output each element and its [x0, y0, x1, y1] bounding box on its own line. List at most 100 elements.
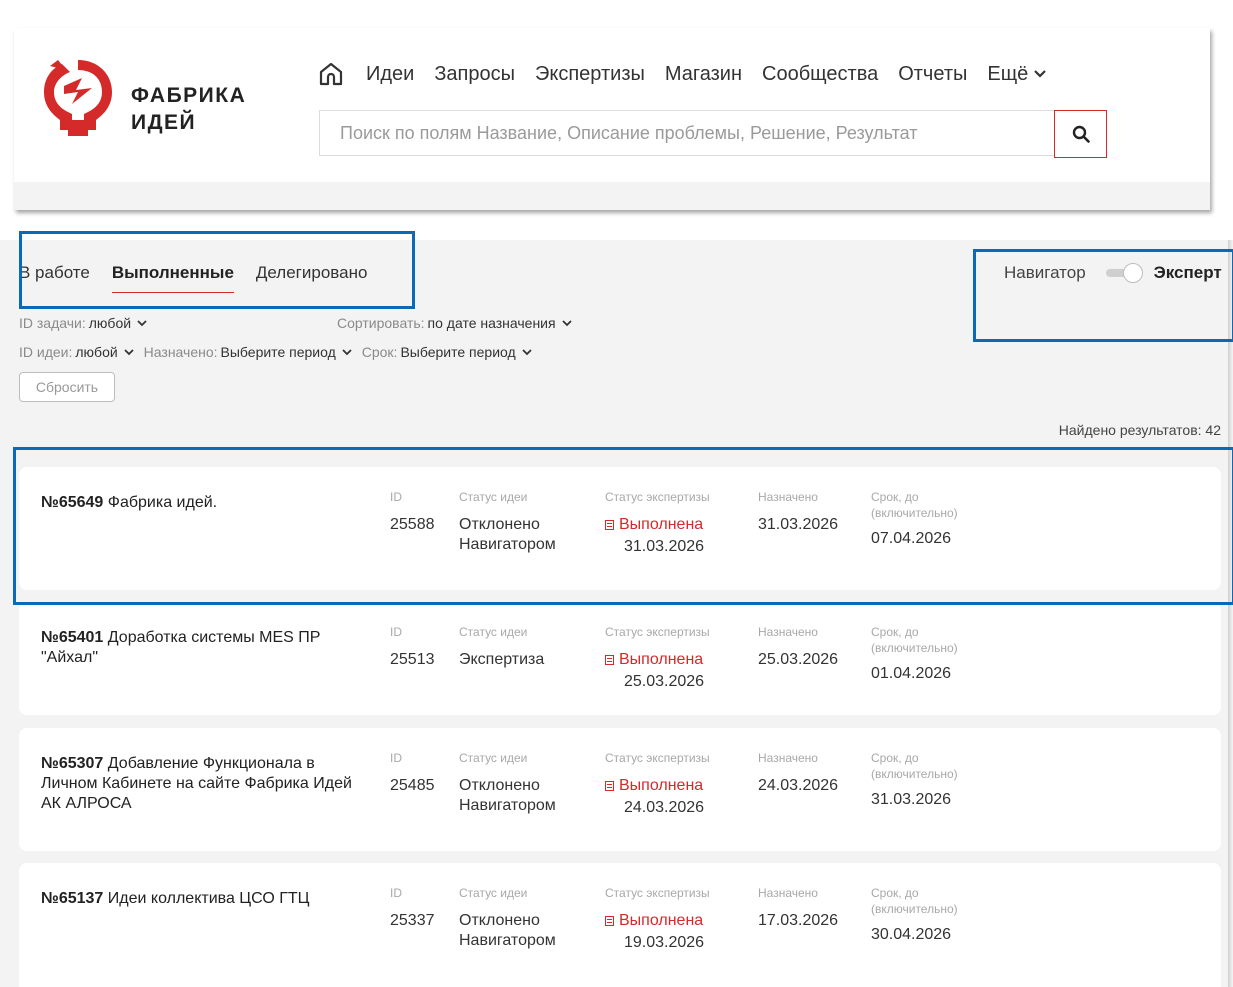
task-number: №65137 [41, 890, 104, 907]
column-label-assigned: Назначено [758, 751, 818, 765]
task-card[interactable]: №65649 Фабрика идей. ID 25588 Статус иде… [19, 467, 1221, 590]
task-number: №65307 [41, 755, 104, 772]
idea-status-line-1: Экспертиза [459, 651, 545, 668]
nav-item-expertises[interactable]: Экспертизы [535, 63, 645, 86]
column-label-deadline: Срок, до (включительно) [871, 490, 958, 520]
expertise-date: 24.03.2026 [624, 799, 705, 816]
expertise-status-column: Статус экспертизы Выполнена 24.03.2026 [605, 750, 710, 818]
idea-status-line-2: Навигатором [459, 797, 556, 814]
fabrika-idey-logo-icon[interactable] [42, 56, 114, 138]
main-nav: Идеи Запросы Экспертизы Магазин Сообщест… [318, 61, 1047, 87]
search-input[interactable] [320, 111, 1055, 155]
assigned-column: Назначено 24.03.2026 [758, 750, 838, 796]
task-card[interactable]: №65401 Доработка системы MES ПР "Айхал" … [19, 602, 1221, 715]
toggle-knob [1122, 263, 1143, 283]
nav-item-communities[interactable]: Сообщества [762, 63, 878, 86]
results-count: Найдено результатов: 42 [1058, 422, 1221, 438]
chevron-down-icon [561, 319, 572, 326]
task-card[interactable]: №65137 Идеи коллектива ЦСО ГТЦ ID 25337 … [19, 863, 1221, 987]
expertise-status-value: Выполнена [605, 650, 710, 670]
nav-item-ideas[interactable]: Идеи [366, 63, 414, 86]
filter-deadline[interactable]: Срок: Выберите период [362, 344, 532, 360]
tab-delegated[interactable]: Делегировано [256, 263, 368, 283]
nav-item-shop[interactable]: Магазин [665, 63, 742, 86]
search-icon [1072, 125, 1090, 143]
idea-status-value: Отклонено Навигатором [459, 515, 556, 555]
task-id-column: ID 25337 [390, 885, 435, 931]
task-number: №65401 [41, 629, 104, 646]
toggle-label-expert[interactable]: Эксперт [1154, 263, 1222, 283]
column-label-idea-status: Статус идеи [459, 751, 528, 765]
deadline-column: Срок, до (включительно) 30.04.2026 [871, 885, 981, 945]
task-tabs: В работе Выполненные Делегировано [19, 263, 389, 293]
reset-filters-button[interactable]: Сбросить [19, 372, 115, 402]
idea-status-column: Статус идеи Отклонено Навигатором [459, 489, 556, 555]
deadline-column: Срок, до (включительно) 31.03.2026 [871, 750, 981, 810]
assigned-date: 31.03.2026 [758, 516, 839, 533]
expertise-status-text: Выполнена [619, 651, 704, 668]
column-label-idea-status: Статус идеи [459, 625, 528, 639]
search-button[interactable] [1054, 110, 1107, 158]
column-label-deadline: Срок, до (включительно) [871, 751, 958, 781]
expertise-status-value: Выполнена [605, 515, 710, 535]
expertise-status-text: Выполнена [619, 912, 704, 929]
nav-item-reports[interactable]: Отчеты [898, 63, 967, 86]
toggle-label-navigator[interactable]: Навигатор [1004, 263, 1086, 283]
chevron-down-icon [522, 348, 532, 355]
filter-idea-id-value: любой [75, 344, 118, 360]
filter-row-2: ID идеи: любой Назначено: Выберите перио… [19, 344, 542, 360]
top-header: ФАБРИКА ИДЕЙ Идеи Запросы Экспертизы Маг… [14, 28, 1210, 210]
task-title[interactable]: №65137 Идеи коллектива ЦСО ГТЦ [41, 889, 371, 909]
panel-scroll-shadow [1228, 240, 1233, 987]
role-toggle-switch[interactable] [1105, 263, 1144, 283]
deadline-date: 31.03.2026 [871, 791, 952, 808]
idea-status-line-1: Отклонено [459, 777, 540, 794]
expertise-status-value: Выполнена [605, 911, 710, 931]
column-label-idea-status: Статус идеи [459, 886, 528, 900]
expertise-status-column: Статус экспертизы Выполнена 19.03.2026 [605, 885, 710, 953]
task-name: Идеи коллектива ЦСО ГТЦ [107, 890, 310, 907]
column-label-expertise-status: Статус экспертизы [605, 490, 710, 504]
filter-assigned[interactable]: Назначено: Выберите период [144, 344, 352, 360]
filter-task-id[interactable]: ID задачи: любой [19, 315, 147, 331]
task-id-value: 25588 [390, 516, 435, 533]
expertise-date: 31.03.2026 [624, 538, 705, 555]
task-title[interactable]: №65307 Добавление Функционала в Личном К… [41, 754, 371, 814]
filter-task-id-label: ID задачи: [19, 315, 86, 331]
chevron-down-icon [124, 348, 134, 355]
idea-status-column: Статус идеи Отклонено Навигатором [459, 750, 556, 816]
filter-sort-label: Сортировать: [337, 315, 425, 331]
task-title[interactable]: №65649 Фабрика идей. [41, 493, 371, 513]
expertise-status-value: Выполнена [605, 776, 710, 796]
tab-completed[interactable]: Выполненные [111, 263, 234, 293]
filter-idea-id-label: ID идеи: [19, 344, 73, 360]
task-title[interactable]: №65401 Доработка системы MES ПР "Айхал" [41, 628, 371, 668]
filter-sort-value: по дате назначения [427, 315, 556, 331]
filter-sort[interactable]: Сортировать: по дате назначения [337, 315, 572, 331]
column-label-id: ID [390, 886, 402, 900]
logo-line-1: ФАБРИКА [131, 84, 247, 107]
nav-item-requests[interactable]: Запросы [434, 63, 515, 86]
assigned-column: Назначено 17.03.2026 [758, 885, 838, 931]
role-toggle-area: Навигатор Эксперт [1004, 263, 1222, 283]
home-icon[interactable] [318, 61, 344, 87]
filter-task-id-value: любой [88, 315, 132, 331]
filter-idea-id[interactable]: ID идеи: любой [19, 344, 134, 360]
nav-more-label: Ещё [987, 62, 1029, 85]
nav-more-menu[interactable]: Ещё [987, 62, 1047, 86]
column-label-id: ID [390, 751, 402, 765]
column-label-assigned: Назначено [758, 886, 818, 900]
deadline-date: 30.04.2026 [871, 926, 952, 943]
filter-deadline-label: Срок: [361, 344, 398, 360]
filter-row-1: ID задачи: любой [19, 315, 157, 331]
tab-in-progress[interactable]: В работе [19, 263, 90, 283]
idea-status-value: Отклонено Навигатором [459, 776, 556, 816]
expertise-date: 25.03.2026 [624, 673, 705, 690]
chevron-down-icon [137, 319, 147, 326]
task-card[interactable]: №65307 Добавление Функционала в Личном К… [19, 728, 1221, 851]
expertise-status-text: Выполнена [619, 777, 704, 794]
column-label-deadline: Срок, до (включительно) [871, 625, 958, 655]
column-label-assigned: Назначено [758, 490, 818, 504]
filter-sort-row: Сортировать: по дате назначения [337, 315, 582, 331]
task-number: №65649 [41, 494, 104, 511]
